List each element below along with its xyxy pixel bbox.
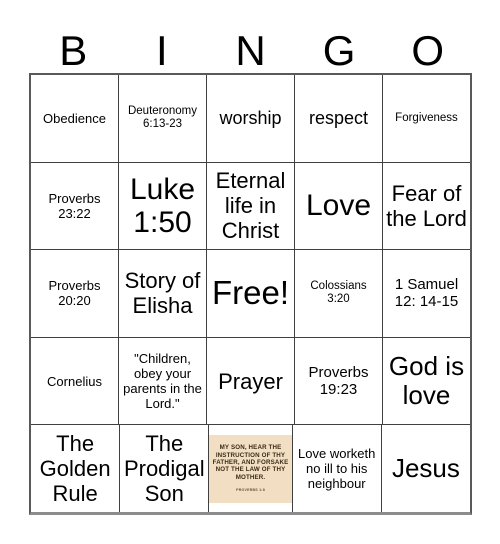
bingo-cell-text: Love worketh no ill to his neighbour (298, 446, 376, 492)
bingo-cell-text: "Children, obey your parents in the Lord… (123, 351, 202, 412)
bingo-cell-text: respect (308, 107, 369, 128)
bingo-cell-text: Love (305, 189, 372, 223)
bingo-cell-text: God is love (388, 351, 465, 411)
bingo-row: The Golden Rule The Prodigal Son My son,… (31, 425, 471, 512)
bingo-cell-i1[interactable]: Deuteronomy 6:13-23 (119, 75, 207, 162)
bingo-cell-o2[interactable]: Fear of the Lord (383, 162, 470, 250)
bingo-cell-b3[interactable]: Proverbs 20:20 (31, 250, 119, 337)
header-letter-o: O (411, 27, 444, 74)
bingo-row: Proverbs 20:20 Story of Elisha Free! Col… (31, 250, 470, 338)
bingo-cell-text: Jesus (391, 453, 460, 484)
header-letter-b: B (59, 27, 88, 74)
bingo-cell-g1[interactable]: respect (295, 75, 383, 162)
bingo-cell-text: Story of Elisha (124, 268, 201, 319)
bingo-cell-text: Cornelius (47, 373, 102, 389)
bingo-cell-text: The Golden Rule (39, 431, 111, 507)
bingo-cell-text: Proverbs 20:20 (48, 278, 101, 309)
bingo-cell-i4[interactable]: "Children, obey your parents in the Lord… (119, 337, 207, 425)
bingo-cell-g5[interactable]: Love worketh no ill to his neighbour (292, 425, 382, 512)
bingo-cell-n5[interactable]: My son, hear the instruction of thy fath… (209, 425, 293, 512)
bingo-cell-text: 1 Samuel 12: 14-15 (394, 276, 459, 311)
bingo-cell-free[interactable]: Free! (207, 250, 295, 337)
bingo-cell-i5[interactable]: The Prodigal Son (120, 425, 210, 512)
bingo-cell-text: Proverbs 23:22 (48, 190, 101, 221)
free-space-label: Free! (211, 274, 290, 312)
bingo-cell-b2[interactable]: Proverbs 23:22 (31, 162, 119, 250)
bingo-cell-text: Eternal life in Christ (215, 168, 286, 244)
bingo-cell-text: Prayer (218, 368, 283, 394)
bingo-cell-b4[interactable]: Cornelius (31, 337, 119, 425)
bingo-row: Cornelius "Children, obey your parents i… (31, 337, 470, 426)
verse-image-text: My son, hear the instruction of thy fath… (212, 444, 289, 481)
header-letter-n: N (235, 27, 266, 74)
bingo-cell-b1[interactable]: Obedience (31, 75, 119, 162)
bingo-cell-text: The Prodigal Son (123, 431, 205, 507)
bingo-cell-i2[interactable]: Luke 1:50 (119, 162, 207, 250)
bingo-cell-text: Deuteronomy 6:13-23 (127, 105, 198, 131)
bingo-cell-o5[interactable]: Jesus (381, 425, 471, 512)
header-letter-i: I (156, 27, 168, 74)
bingo-header: B I N G O (29, 22, 472, 73)
bingo-cell-text: Luke 1:50 (129, 172, 196, 239)
bingo-cell-text: Colossians 3:20 (310, 280, 367, 306)
verse-image-reference: Proverbs 1:8 (236, 488, 265, 493)
bingo-row: Proverbs 23:22 Luke 1:50 Eternal life in… (31, 162, 470, 251)
bingo-grid: Obedience Deuteronomy 6:13-23 worship re… (29, 73, 472, 515)
bingo-cell-text: Obedience (43, 110, 106, 126)
bingo-cell-i3[interactable]: Story of Elisha (119, 250, 207, 337)
bingo-card: B I N G O Obedience Deuteronomy 6:13-23 … (0, 0, 500, 544)
header-letter-g: G (322, 27, 356, 74)
bingo-cell-g2[interactable]: Love (295, 162, 383, 250)
bingo-cell-n2[interactable]: Eternal life in Christ (207, 162, 295, 250)
bingo-cell-g4[interactable]: Proverbs 19:23 (295, 337, 383, 425)
bingo-cell-text: Fear of the Lord (386, 180, 467, 231)
bingo-cell-n4[interactable]: Prayer (207, 337, 295, 425)
proverbs-verse-image: My son, hear the instruction of thy fath… (209, 434, 292, 503)
bingo-cell-n1[interactable]: worship (207, 75, 295, 162)
bingo-cell-text: worship (219, 107, 282, 128)
bingo-cell-g3[interactable]: Colossians 3:20 (295, 250, 383, 337)
bingo-cell-o3[interactable]: 1 Samuel 12: 14-15 (383, 250, 470, 337)
bingo-cell-b5[interactable]: The Golden Rule (31, 425, 121, 512)
bingo-cell-o4[interactable]: God is love (383, 337, 470, 425)
bingo-row: Obedience Deuteronomy 6:13-23 worship re… (31, 75, 470, 163)
bingo-cell-text: Proverbs 19:23 (308, 364, 369, 399)
bingo-cell-text: Forgiveness (395, 111, 458, 124)
bingo-cell-o1[interactable]: Forgiveness (383, 75, 470, 162)
